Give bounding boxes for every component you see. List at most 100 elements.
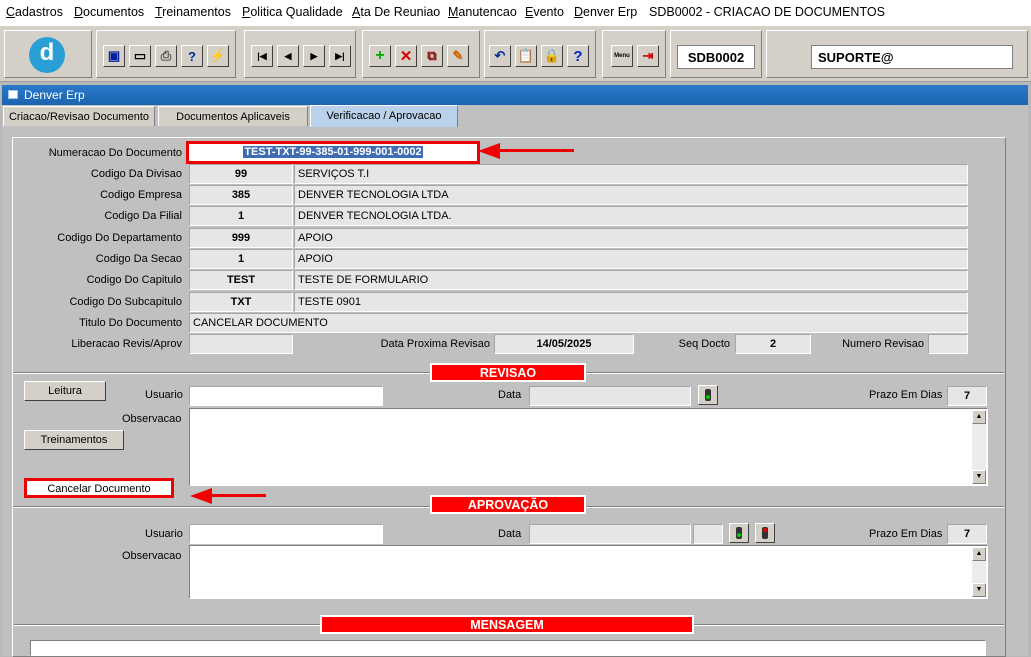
exit-icon[interactable]: ⇥ [637,45,659,67]
tab-verificacao-aprovacao[interactable]: Verificacao / Aprovacao [310,105,458,127]
last-record-icon[interactable]: ▶| [329,45,351,67]
tab-documentos-aplicaveis[interactable]: Documentos Aplicaveis [158,106,308,126]
seq-docto-field[interactable]: 2 [735,334,811,354]
codigo-subcapitulo-field[interactable]: TXT [189,292,293,312]
aprovacao-traffic-light-red-icon[interactable] [755,523,775,543]
aprovacao-data-field[interactable] [529,524,691,544]
divisao-desc-field: SERVIÇOS T.I [294,164,968,184]
help-icon[interactable]: ? [567,45,589,67]
user-group: SUPORTE@ [766,30,1028,78]
revisao-usuario-field[interactable] [189,386,383,406]
numero-revisao-field[interactable] [928,334,968,354]
menu-ata-de-reuniao[interactable]: Ata De Reuniao [352,5,440,19]
empresa-desc-field: DENVER TECNOLOGIA LTDA [294,185,968,205]
liberacao-label: Liberacao Revis/Aprov [71,338,182,350]
previous-record-icon[interactable]: ◀ [277,45,299,67]
numeracao-arrow-shaft [498,149,574,152]
filial-desc-field: DENVER TECNOLOGIA LTDA. [294,206,968,226]
delete-record-icon[interactable]: ✕ [395,45,417,67]
codigo-divisao-label: Codigo Da Divisao [90,168,182,180]
first-record-icon[interactable]: |◀ [251,45,273,67]
departamento-desc-field: APOIO [294,228,968,248]
menu-window-title[interactable]: SDB0002 - CRIACAO DE DOCUMENTOS [649,5,885,19]
print-icon[interactable]: ⎙ [155,45,177,67]
mensagem-field [30,640,986,656]
toolbar-group-exit: Menu ⇥ [602,30,666,78]
edit-record-icon[interactable]: ✎ [447,45,469,67]
toolbar: d ▣ ▭ ⎙ ? ⚡ |◀ ◀ ▶ ▶| + ✕ ⧉ ✎ ↶ 📋 🔒 ? Me… [0,26,1031,82]
print-screen-icon[interactable]: ▭ [129,45,151,67]
data-proxima-revisao-field[interactable]: 14/05/2025 [494,334,634,354]
revisao-observacao-scrollbar[interactable]: ▲ ▼ [972,410,986,484]
codigo-empresa-label: Codigo Empresa [100,189,182,201]
codigo-divisao-field[interactable]: 99 [189,164,293,184]
menu-icon[interactable]: Menu [611,45,633,67]
leitura-button[interactable]: Leitura [24,381,106,401]
execute-query-icon[interactable]: ⚡ [207,45,229,67]
data-proxima-revisao-label: Data Proxima Revisao [380,338,490,350]
aprovacao-traffic-light-green-icon[interactable] [729,523,749,543]
treinamentos-button[interactable]: Treinamentos [24,430,124,450]
user-field: SUPORTE@ [811,45,1013,69]
next-record-icon[interactable]: ▶ [303,45,325,67]
codigo-empresa-field[interactable]: 385 [189,185,293,205]
program-code-field: SDB0002 [677,45,755,69]
undo-icon[interactable]: ↶ [489,45,511,67]
numeracao-highlight-box [186,141,480,164]
codigo-capitulo-field[interactable]: TEST [189,270,293,290]
menu-manutencao[interactable]: Manutencao [448,5,517,19]
window-icon [8,90,18,99]
menu-bar: Cadastros Documentos Treinamentos Politi… [0,0,1031,26]
secao-desc-field: APOIO [294,249,968,269]
menu-denver-erp[interactable]: Denver Erp [574,5,637,19]
cancelar-arrow-head [190,488,212,504]
revisao-data-field[interactable] [529,386,691,406]
clipboard-icon[interactable]: 📋 [515,45,537,67]
menu-politica-qualidade[interactable]: Politica Qualidade [242,5,343,19]
toolbar-group-edit: + ✕ ⧉ ✎ [362,30,480,78]
scroll-down-icon[interactable]: ▼ [972,583,986,597]
revisao-header: REVISAO [430,363,586,382]
revisao-data-label: Data [498,389,522,401]
cancelar-documento-button[interactable]: Cancelar Documento [24,478,174,498]
scroll-down-icon[interactable]: ▼ [972,470,986,484]
revisao-traffic-light-green-icon[interactable] [698,385,718,405]
aprovacao-observacao-scrollbar[interactable]: ▲ ▼ [972,547,986,597]
codigo-filial-label: Codigo Da Filial [104,210,182,222]
menu-evento[interactable]: Evento [525,5,564,19]
insert-record-icon[interactable]: + [369,45,391,67]
query-icon[interactable]: ? [181,45,203,67]
codigo-departamento-label: Codigo Do Departamento [57,232,182,244]
menu-treinamentos[interactable]: Treinamentos [155,5,231,19]
revisao-observacao-textarea[interactable]: ▲ ▼ [189,408,988,486]
codigo-secao-label: Codigo Da Secao [95,253,182,265]
window-title-bar: Denver Erp [2,85,1028,105]
titulo-field[interactable]: CANCELAR DOCUMENTO [189,313,968,333]
codigo-secao-field[interactable]: 1 [189,249,293,269]
codigo-departamento-field[interactable]: 999 [189,228,293,248]
aprovacao-prazo-label: Prazo Em Dias [869,528,943,540]
aprovacao-observacao-textarea[interactable]: ▲ ▼ [189,545,988,599]
logo-group: d [4,30,92,78]
main-panel: Numeracao Do Documento TEST-TXT-99-385-0… [2,127,1028,657]
duplicate-record-icon[interactable]: ⧉ [421,45,443,67]
mensagem-header: MENSAGEM [320,615,694,634]
toolbar-group-tools: ↶ 📋 🔒 ? [484,30,596,78]
toolbar-group-record: ▣ ▭ ⎙ ? ⚡ [96,30,236,78]
aprovacao-usuario-label: Usuario [145,528,183,540]
save-icon[interactable]: ▣ [103,45,125,67]
lock-icon[interactable]: 🔒 [541,45,563,67]
tab-criacao-revisao[interactable]: Criacao/Revisao Documento [3,106,155,126]
codigo-filial-field[interactable]: 1 [189,206,293,226]
aprovacao-prazo-field[interactable]: 7 [947,524,987,544]
aprovacao-usuario-field[interactable] [189,524,383,544]
aprovacao-extra-field[interactable] [693,524,723,544]
window-title: Denver Erp [24,88,85,102]
codigo-capitulo-label: Codigo Do Capitulo [86,274,182,286]
menu-cadastros[interactable]: Cadastros [6,5,63,19]
scroll-up-icon[interactable]: ▲ [972,547,986,561]
scroll-up-icon[interactable]: ▲ [972,410,986,424]
menu-documentos[interactable]: Documentos [74,5,144,19]
revisao-prazo-field[interactable]: 7 [947,386,987,406]
liberacao-field[interactable] [189,334,293,354]
